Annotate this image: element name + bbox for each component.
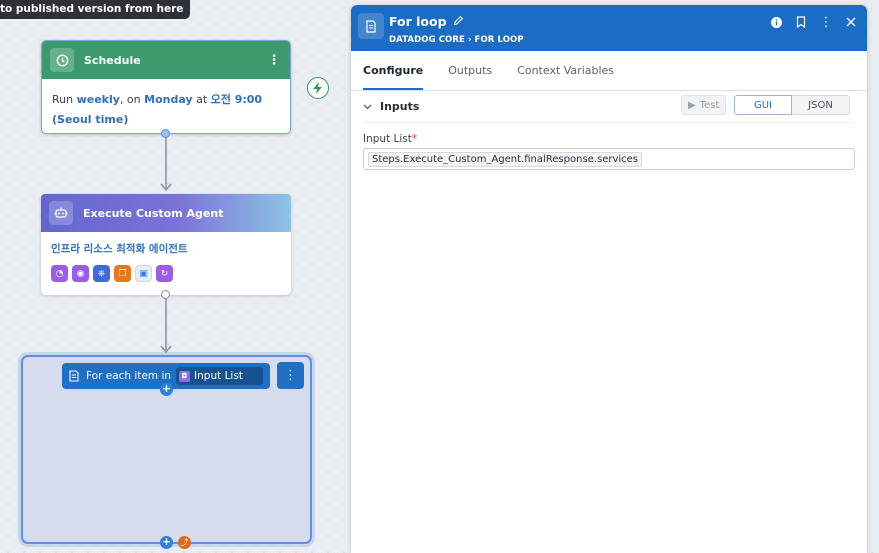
step-config-panel: For loop DATADOG CORE › FOR LOOP ⋮ Confi… [351,5,867,553]
clock-icon [50,48,74,72]
panel-title: For loop [389,14,464,29]
schedule-output-port[interactable] [161,129,170,138]
gui-mode-button[interactable]: GUI [734,95,792,115]
schedule-run-text: Run [52,93,77,106]
add-step-after-icon[interactable]: + [160,536,173,549]
schedule-menu-icon[interactable]: ⋮ [266,53,282,68]
input-list-label: Input List* [363,133,855,145]
breadcrumb-current: FOR LOOP [474,35,524,45]
loop-input-chip[interactable]: ◘ Input List [176,367,263,385]
input-list-field[interactable]: Steps.Execute_Custom_Agent.finalResponse… [363,148,855,170]
required-marker: * [411,133,418,145]
schedule-day: Monday [144,93,193,106]
layers-icon: ❐ [114,265,131,282]
breadcrumb: DATADOG CORE › FOR LOOP [389,35,524,45]
kubernetes-icon: ⎈ [93,265,110,282]
loop-prefix: For each item in [86,370,172,382]
schedule-frequency: weekly [76,93,120,106]
breadcrumb-root[interactable]: DATADOG CORE [389,35,465,45]
tab-context-variables[interactable]: Context Variables [517,51,614,90]
panel-header: For loop DATADOG CORE › FOR LOOP ⋮ [351,5,867,51]
target-icon: ◉ [72,265,89,282]
schedule-node[interactable]: Schedule ⋮ Run weekly, on Monday at 오전 9… [41,40,291,134]
json-mode-button[interactable]: JSON [792,95,850,115]
tab-outputs[interactable]: Outputs [448,51,492,90]
chevron-right-icon: › [467,35,472,45]
edit-pencil-icon[interactable] [453,14,464,29]
tab-configure[interactable]: Configure [363,51,424,90]
schedule-timezone: (Seoul time) [52,113,129,126]
input-list-value: Steps.Execute_Custom_Agent.finalResponse… [368,151,643,167]
info-icon[interactable] [770,15,782,29]
for-loop-icon [358,13,384,39]
agent-header: Execute Custom Agent [41,194,291,232]
close-icon[interactable] [845,15,857,29]
add-step-inside-icon[interactable]: + [160,383,173,396]
panel-tabs: Configure Outputs Context Variables [351,51,867,91]
bookmark-icon[interactable] [795,15,807,29]
trigger-bolt-icon[interactable] [307,77,329,99]
input-list-label-text: Input List [363,133,412,145]
panel-actions: ⋮ [770,15,857,30]
gauge-icon: ◔ [51,265,68,282]
play-icon: ▶ [688,99,696,111]
cycle-icon: ↻ [156,265,173,282]
loop-icon [69,370,79,382]
loop-chip-label: Input List [194,370,243,382]
chevron-down-icon [363,100,372,113]
robot-icon [49,201,73,225]
inputs-section: Inputs ▶ Test GUI JSON [363,91,855,123]
more-options-icon[interactable]: ⋮ [820,15,833,30]
agent-title: Execute Custom Agent [83,206,224,220]
agent-output-port[interactable] [161,290,170,299]
view-mode-toggle: GUI JSON [734,95,850,115]
schedule-header: Schedule ⋮ [42,41,290,79]
agent-tool-chips: ◔ ◉ ⎈ ❐ ▣ ↻ [41,256,291,291]
panel-title-text: For loop [389,14,447,29]
schedule-title: Schedule [84,53,141,67]
monitor-icon: ▣ [135,265,152,282]
test-button[interactable]: ▶ Test [681,95,727,115]
schedule-time: 오전 9:00 [210,93,263,106]
schedule-at-text: at [192,93,211,106]
test-label: Test [699,99,720,111]
schedule-on-text: , on [119,93,145,106]
inputs-toggle[interactable]: Inputs [363,100,419,113]
fallback-link-icon[interactable]: ⤴ [178,536,191,549]
inputs-title: Inputs [380,100,420,113]
execute-agent-node[interactable]: Execute Custom Agent 인프라 리소스 최적화 에이전트 ◔ … [41,194,291,295]
loop-menu-icon[interactable]: ⋮ [277,362,304,389]
agent-subtitle: 인프라 리소스 최적화 에이전트 [51,243,188,255]
variable-icon: ◘ [179,370,191,382]
